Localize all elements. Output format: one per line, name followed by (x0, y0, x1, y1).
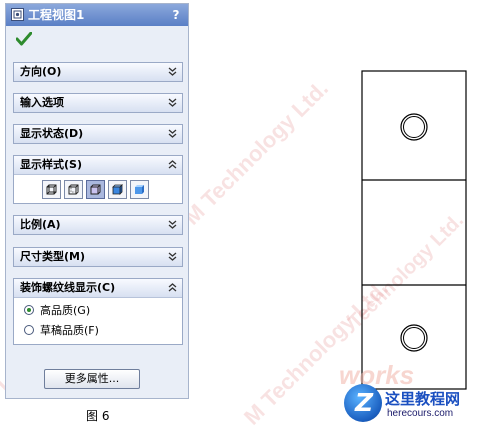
drawing-view[interactable] (350, 70, 470, 390)
double-chevron-down-icon (168, 252, 177, 261)
drawing-view-icon (11, 8, 24, 21)
display-style-buttons (14, 174, 182, 203)
more-properties-button[interactable]: 更多属性... (44, 369, 140, 389)
hole-outer-circle (400, 324, 428, 352)
hidden-lines-visible-style-button[interactable] (64, 180, 83, 199)
group-label: 显示状态(D) (20, 127, 84, 140)
high-quality-radio[interactable] (24, 305, 34, 315)
site-logo-letter: Z (355, 388, 374, 417)
property-manager-panel: 工程视图1 ? 方向(O) 输入选项 显示状态(D) 显示样式(S) 比例(A)… (5, 3, 189, 399)
group-label: 输入选项 (20, 96, 64, 109)
help-button[interactable]: ? (169, 7, 183, 23)
site-logo-domain: herecours.com (387, 408, 454, 419)
group-header-orientation[interactable]: 方向(O) (14, 63, 182, 81)
eworks-watermark: works (339, 360, 415, 390)
group-cosmetic-thread: 装饰螺纹线显示(C) 高品质(G) 草稿品质(F) (13, 278, 183, 345)
group-header-display-state[interactable]: 显示状态(D) (14, 125, 182, 143)
watermark-text: M Technology Ltd. (179, 75, 333, 230)
group-orientation: 方向(O) (13, 62, 183, 82)
hidden-lines-removed-cube-icon (90, 184, 101, 195)
double-chevron-down-icon (168, 98, 177, 107)
hidden-lines-removed-style-button[interactable] (86, 180, 105, 199)
group-label: 尺寸类型(M) (20, 250, 86, 263)
draft-quality-option[interactable]: 草稿品质(F) (14, 321, 182, 341)
draft-quality-radio[interactable] (24, 325, 34, 335)
shaded-cube-icon (135, 185, 144, 194)
double-chevron-down-icon (168, 129, 177, 138)
double-chevron-down-icon (168, 220, 177, 229)
group-import-options: 输入选项 (13, 93, 183, 113)
high-quality-label: 高品质(G) (40, 304, 91, 317)
group-label: 比例(A) (20, 218, 61, 231)
group-header-dimension-type[interactable]: 尺寸类型(M) (14, 248, 182, 266)
double-chevron-up-icon (168, 160, 177, 169)
group-label: 装饰螺纹线显示(C) (20, 281, 116, 294)
high-quality-option[interactable]: 高品质(G) (14, 301, 182, 321)
group-header-scale[interactable]: 比例(A) (14, 216, 182, 234)
group-display-state: 显示状态(D) (13, 124, 183, 144)
shaded-style-button[interactable] (130, 180, 149, 199)
group-display-style: 显示样式(S) (13, 155, 183, 204)
site-logo-name: 这里教程网 (385, 390, 461, 408)
figure-caption: 图 6 (86, 409, 110, 423)
panel-title-bar: 工程视图1 ? (6, 4, 188, 26)
group-label: 显示样式(S) (20, 158, 82, 171)
shaded-with-edges-style-button[interactable] (108, 180, 127, 199)
group-header-cosmetic-thread[interactable]: 装饰螺纹线显示(C) (14, 279, 182, 297)
group-header-display-style[interactable]: 显示样式(S) (14, 156, 182, 174)
double-chevron-up-icon (168, 283, 177, 292)
double-chevron-down-icon (168, 67, 177, 76)
group-label: 方向(O) (20, 65, 62, 78)
ok-check-icon[interactable] (15, 31, 33, 49)
group-header-import-options[interactable]: 输入选项 (14, 94, 182, 112)
shaded-with-edges-cube-icon (112, 184, 123, 195)
hidden-lines-visible-cube-icon (68, 184, 79, 195)
draft-quality-label: 草稿品质(F) (40, 324, 99, 337)
hole-inner-circle (403, 327, 425, 349)
hole-inner-circle (403, 116, 425, 138)
hole-outer-circle (400, 113, 428, 141)
panel-title: 工程视图1 (28, 8, 85, 22)
cosmetic-thread-options: 高品质(G) 草稿品质(F) (14, 297, 182, 344)
wireframe-style-button[interactable] (42, 180, 61, 199)
group-scale: 比例(A) (13, 215, 183, 235)
view-part-outline (361, 70, 467, 390)
group-dimension-type: 尺寸类型(M) (13, 247, 183, 267)
wireframe-cube-icon (46, 184, 57, 195)
